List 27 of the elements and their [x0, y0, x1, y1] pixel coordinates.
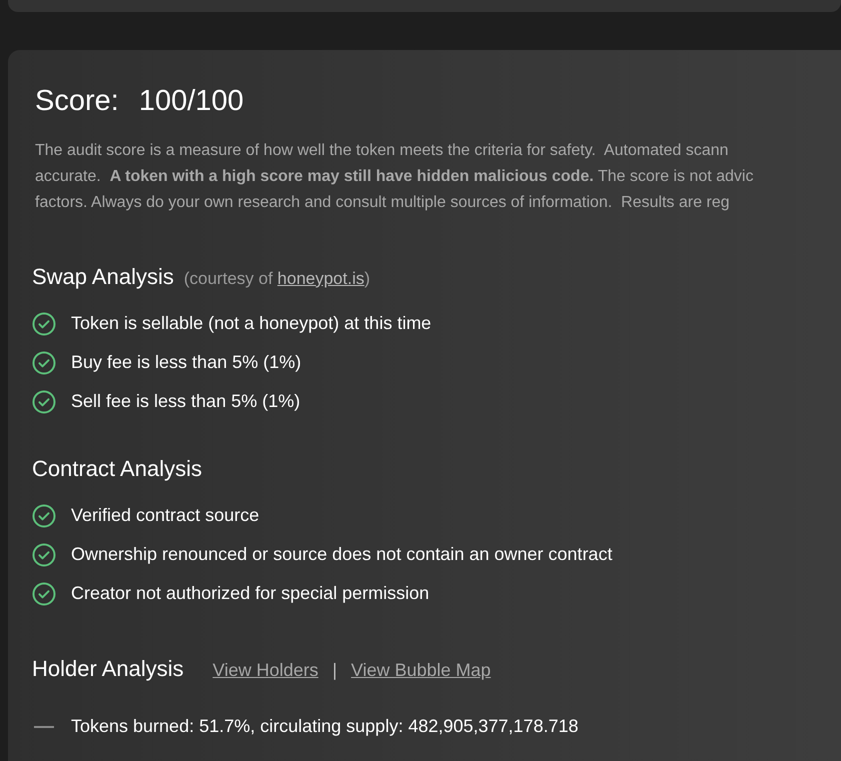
section-title: Holder Analysis: [32, 654, 184, 683]
check-circle-icon: [32, 312, 56, 336]
check-result-text: Buy fee is less than 5% (1%): [71, 351, 302, 374]
description-text: factors. Always do your own research and consult multiple sources of information. Results are reg: [35, 192, 731, 212]
view-link[interactable]: View Bubble Map: [351, 656, 491, 684]
description-text: accurate. A token with a high score may still have hidden malicious code. The score is not advic: [35, 166, 754, 186]
courtesy-note: (courtesy of honeypot.is): [184, 268, 370, 290]
check-result-text: Token is sellable (not a honeypot) at this time: [71, 312, 432, 335]
separator: |: [332, 658, 338, 682]
check-circle-icon: [32, 582, 56, 606]
check-result-text: Tokens burned: 51.7%, circulating supply: 482,905,377,178.718: [71, 715, 578, 738]
view-link[interactable]: View Holders: [212, 656, 318, 684]
source-link[interactable]: honeypot.is: [277, 268, 364, 288]
check-circle-icon: [32, 542, 56, 566]
score-value: 100/100: [138, 84, 244, 119]
dash-icon: [34, 726, 54, 728]
section-title: Contract Analysis: [32, 454, 202, 483]
check-result-text: Sell fee is less than 5% (1%): [71, 390, 300, 413]
check-result-text: Creator not authorized for special permission: [71, 582, 430, 605]
section-title: Swap Analysis: [32, 262, 174, 291]
check-circle-icon: [32, 504, 56, 528]
check-result-text: Ownership renounced or source does not contain an owner contract: [71, 543, 612, 566]
check-result-text: Verified contract source: [71, 504, 260, 527]
check-circle-icon: [32, 390, 56, 414]
score-label: Score:: [35, 84, 119, 119]
description-text: The audit score is a measure of how well the token meets the criteria for safety. Automated scann: [35, 140, 730, 160]
check-circle-icon: [32, 350, 56, 374]
